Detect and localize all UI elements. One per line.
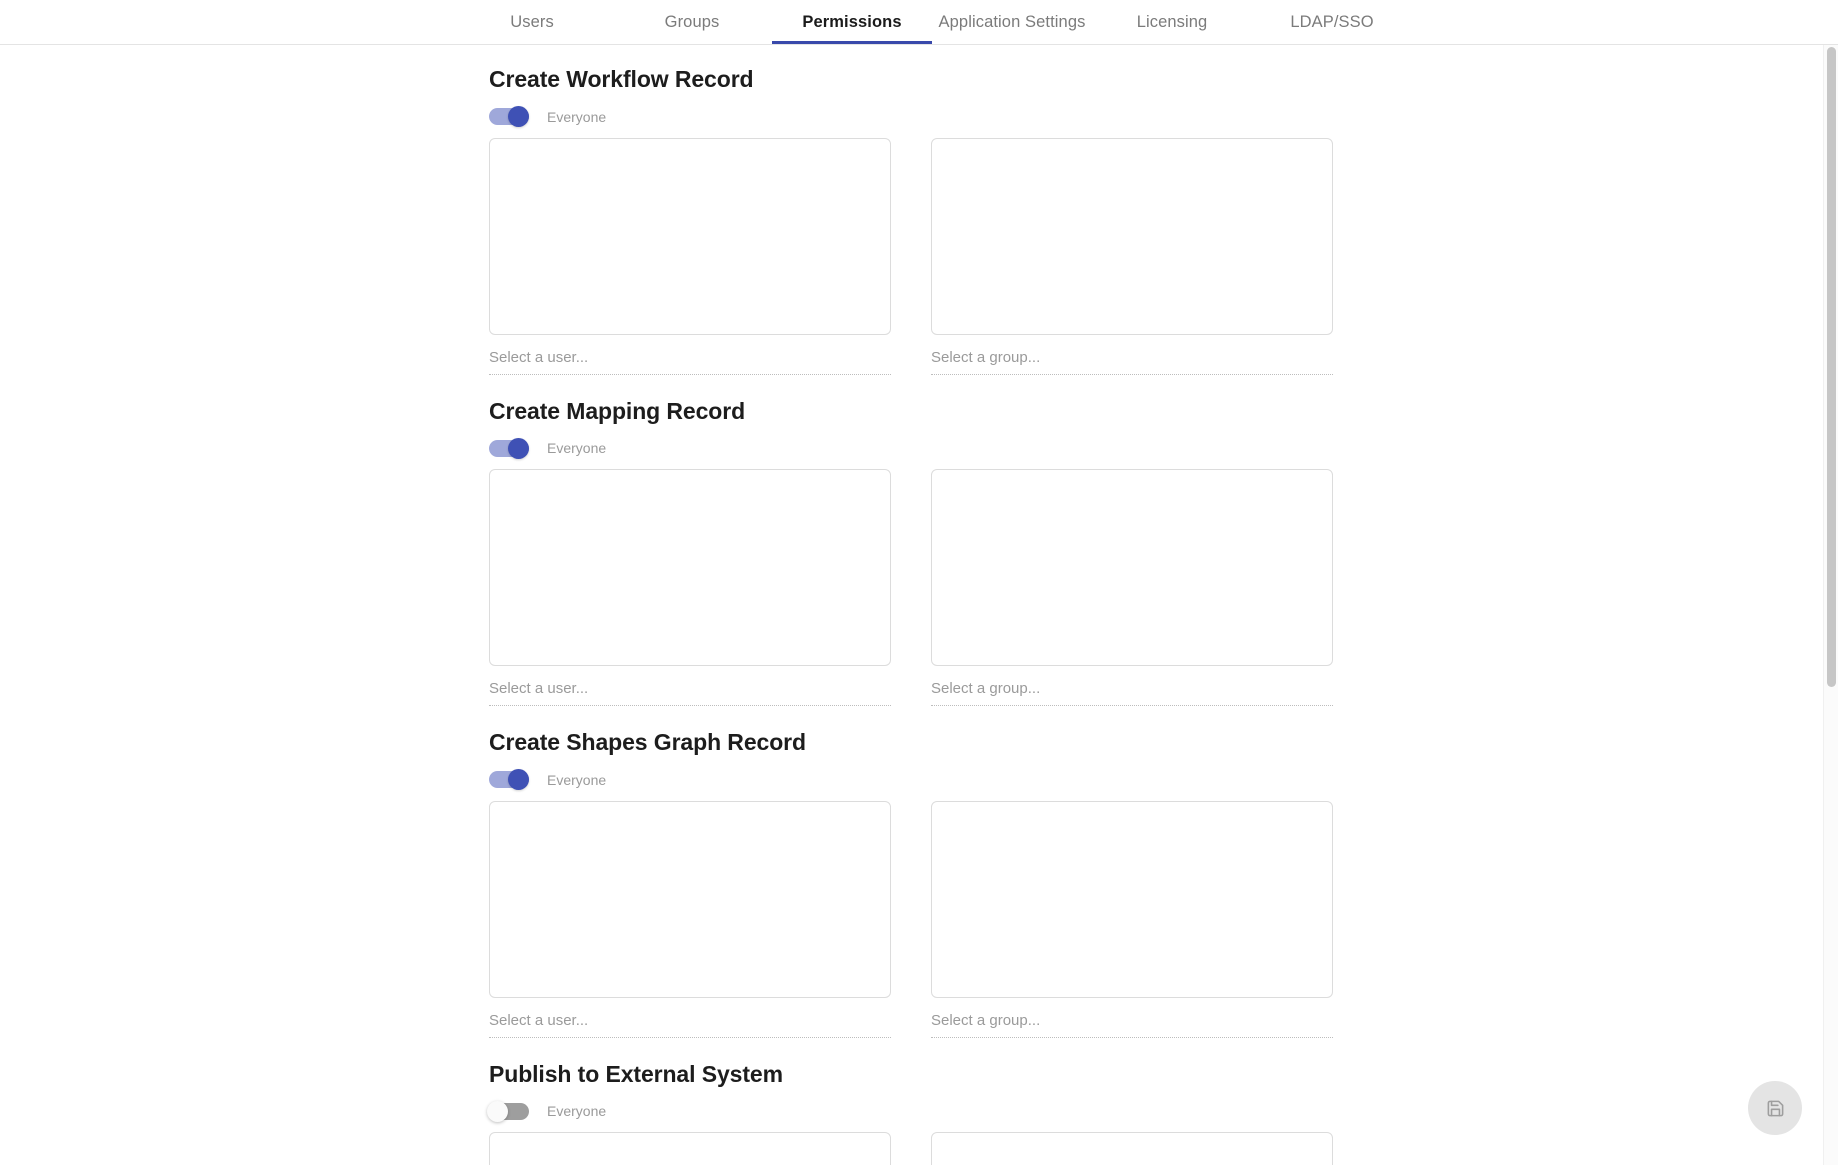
tab-licensing[interactable]: Licensing bbox=[1092, 0, 1252, 44]
toggle-knob bbox=[487, 1100, 508, 1122]
select-user-input[interactable]: Select a user... bbox=[489, 348, 891, 375]
selected-users-listbox[interactable] bbox=[489, 800, 891, 998]
tab-groups[interactable]: Groups bbox=[612, 0, 772, 44]
select-group-input[interactable]: Select a group... bbox=[931, 348, 1333, 375]
permissions-scroll-area[interactable]: Create Workflow Record Everyone Select a u… bbox=[0, 45, 1838, 1165]
vertical-scrollbar-thumb[interactable] bbox=[1827, 47, 1836, 687]
tab-application-settings[interactable]: Application Settings bbox=[932, 0, 1092, 44]
selected-users-listbox[interactable] bbox=[489, 1132, 891, 1165]
settings-tab-bar: Users Groups Permissions Application Settin… bbox=[0, 0, 1838, 44]
toggle-knob bbox=[508, 437, 529, 459]
tab-label: Users bbox=[510, 12, 554, 31]
user-permission-column: Select a user... bbox=[489, 469, 891, 707]
group-permission-column: Select a group... bbox=[931, 1132, 1333, 1165]
section-title: Create Workflow Record bbox=[489, 66, 754, 92]
permission-lists: Select a user... Select a group... bbox=[489, 137, 1838, 375]
toggle-knob bbox=[508, 106, 529, 128]
select-group-placeholder: Select a group... bbox=[931, 1011, 1041, 1029]
everyone-toggle-switch[interactable] bbox=[489, 437, 529, 459]
everyone-toggle-row: Everyone bbox=[489, 437, 1838, 459]
permission-section-publish-to-external-system: Publish to External System Everyone Select… bbox=[487, 1060, 1838, 1165]
user-permission-column: Select a user... bbox=[489, 800, 891, 1038]
selected-groups-listbox[interactable] bbox=[931, 469, 1333, 667]
everyone-toggle-row: Everyone bbox=[489, 769, 1838, 791]
section-title: Create Shapes Graph Record bbox=[489, 729, 806, 756]
tab-label: Application Settings bbox=[938, 12, 1086, 31]
permission-section-create-workflow-record: Create Workflow Record Everyone Select a u… bbox=[489, 66, 1838, 375]
permissions-page: Users Groups Permissions Application Settin… bbox=[0, 0, 1838, 1165]
everyone-toggle-label: Everyone bbox=[547, 108, 607, 125]
tab-label: Licensing bbox=[1136, 12, 1208, 31]
select-group-placeholder: Select a group... bbox=[931, 680, 1041, 698]
tab-ldap-sso[interactable]: LDAP/SSO bbox=[1252, 0, 1412, 44]
user-permission-column: Select a user... bbox=[489, 137, 891, 375]
user-permission-column: Select a user... bbox=[489, 1132, 891, 1165]
selected-groups-listbox[interactable] bbox=[931, 137, 1333, 335]
tab-label: LDAP/SSO bbox=[1290, 12, 1374, 31]
selected-users-listbox[interactable] bbox=[489, 469, 891, 667]
selected-groups-listbox[interactable] bbox=[931, 800, 1333, 998]
everyone-toggle-label: Everyone bbox=[547, 440, 607, 457]
save-fab-button[interactable] bbox=[1748, 1081, 1802, 1135]
tab-users[interactable]: Users bbox=[452, 0, 612, 44]
vertical-scrollbar[interactable] bbox=[1823, 45, 1838, 1165]
toggle-knob bbox=[508, 769, 529, 791]
everyone-toggle-switch[interactable] bbox=[487, 1100, 529, 1122]
save-icon bbox=[1766, 1099, 1785, 1118]
selected-users-listbox[interactable] bbox=[489, 137, 891, 335]
group-permission-column: Select a group... bbox=[931, 469, 1333, 707]
section-title: Create Mapping Record bbox=[489, 397, 746, 424]
tab-permissions[interactable]: Permissions bbox=[772, 0, 932, 44]
tab-label: Groups bbox=[664, 12, 720, 31]
everyone-toggle-row: Everyone bbox=[489, 106, 1838, 128]
permission-section-create-mapping-record: Create Mapping Record Everyone Select a us… bbox=[489, 398, 1838, 707]
select-group-placeholder: Select a group... bbox=[931, 348, 1041, 366]
select-user-input[interactable]: Select a user... bbox=[489, 1011, 891, 1038]
permission-lists: Select a user... Select a group... bbox=[489, 800, 1838, 1038]
permissions-sections: Create Workflow Record Everyone Select a u… bbox=[0, 45, 1838, 1165]
section-title: Publish to External System bbox=[489, 1060, 783, 1087]
select-user-placeholder: Select a user... bbox=[489, 348, 589, 366]
select-group-input[interactable]: Select a group... bbox=[931, 1011, 1333, 1038]
group-permission-column: Select a group... bbox=[931, 800, 1333, 1038]
group-permission-column: Select a group... bbox=[931, 137, 1333, 375]
permission-lists: Select a user... Select a group... bbox=[489, 469, 1838, 707]
everyone-toggle-label: Everyone bbox=[547, 1103, 607, 1120]
select-user-placeholder: Select a user... bbox=[489, 680, 589, 698]
permission-lists: Select a user... Select a group... bbox=[489, 1132, 1838, 1165]
selected-groups-listbox[interactable] bbox=[931, 1132, 1333, 1165]
select-user-placeholder: Select a user... bbox=[489, 1011, 589, 1029]
everyone-toggle-label: Everyone bbox=[547, 771, 607, 788]
select-group-input[interactable]: Select a group... bbox=[931, 679, 1333, 707]
tab-label: Permissions bbox=[802, 12, 902, 31]
everyone-toggle-switch[interactable] bbox=[489, 769, 529, 791]
everyone-toggle-row: Everyone bbox=[487, 1100, 1838, 1122]
everyone-toggle-switch[interactable] bbox=[489, 106, 529, 128]
select-user-input[interactable]: Select a user... bbox=[489, 679, 891, 707]
permission-section-create-shapes-graph-record: Create Shapes Graph Record Everyone Select… bbox=[489, 729, 1838, 1038]
